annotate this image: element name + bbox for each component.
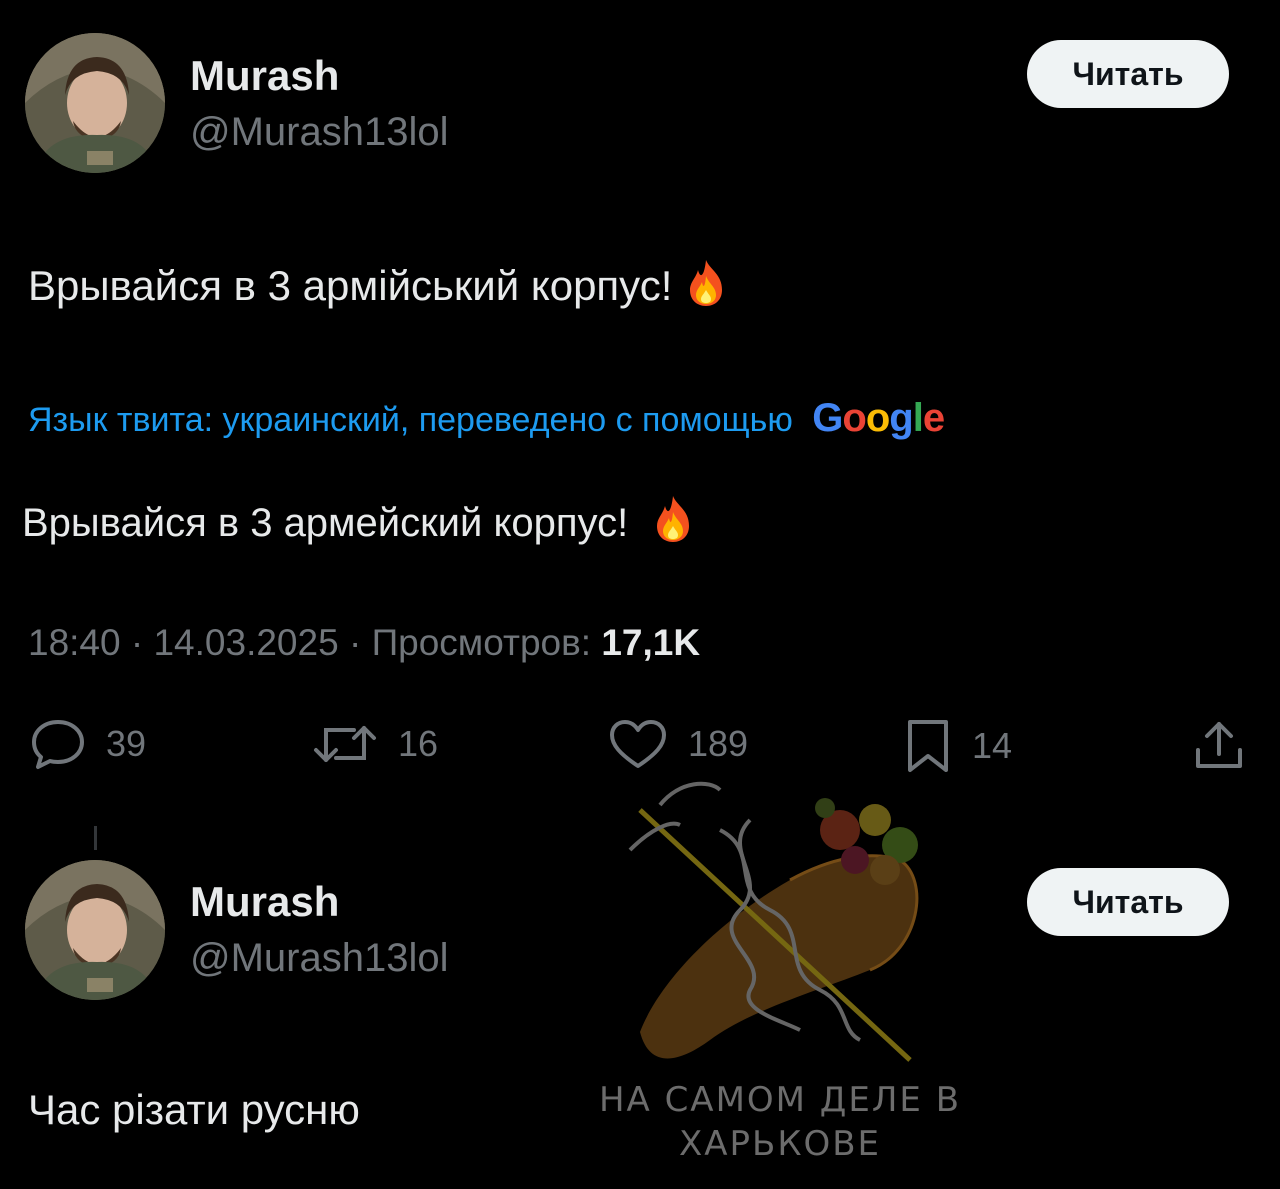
thread-connector — [94, 826, 97, 850]
watermark-line2: ХАРЬКОВЕ — [678, 1124, 882, 1164]
translation-note-text: Язык твита: украинский, переведено с пом… — [28, 401, 793, 439]
bookmark-button[interactable]: 14 — [904, 718, 1012, 774]
author-avatar[interactable] — [25, 33, 165, 173]
avatar-photo — [25, 860, 165, 1000]
follow-button[interactable]: Читать — [1027, 40, 1229, 108]
tweet-text: Врывайся в 3 армійський корпус! — [28, 258, 728, 310]
repost-button[interactable]: 16 — [312, 718, 438, 770]
views-label: Просмотров: — [371, 622, 592, 663]
watermark-line1: НА САМОМ ДЕЛЕ В — [598, 1080, 962, 1120]
follow-button[interactable]: Читать — [1027, 868, 1229, 936]
translated-text-content: Врывайся в 3 армейский корпус! — [22, 501, 629, 545]
author-handle[interactable]: @Murash13lol — [190, 110, 449, 155]
translated-text: Врывайся в 3 армейский корпус! — [22, 494, 695, 546]
google-logo: Google — [812, 396, 945, 440]
watermark-caption: НА САМОМ ДЕЛЕ В ХАРЬКОВЕ — [560, 1078, 1000, 1166]
bookmark-icon — [908, 720, 948, 772]
share-icon — [1196, 722, 1242, 768]
share-button[interactable] — [1192, 718, 1246, 772]
fire-emoji-icon — [651, 494, 695, 544]
repost-icon — [314, 726, 376, 762]
tweet-meta: 18:40 · 14.03.2025 · Просмотров: 17,1K — [28, 622, 701, 663]
watermark-logo — [600, 770, 960, 1080]
author-name[interactable]: Murash — [190, 878, 339, 926]
repost-count: 16 — [398, 723, 439, 764]
fire-emoji-icon — [684, 258, 728, 308]
translation-note[interactable]: Язык твита: украинский, переведено с пом… — [28, 396, 945, 441]
reply-count: 39 — [106, 723, 147, 764]
tweet-text-content: Врывайся в 3 армійський корпус! — [28, 262, 673, 309]
author-handle[interactable]: @Murash13lol — [190, 936, 449, 981]
author-name[interactable]: Murash — [190, 52, 339, 100]
author-avatar[interactable] — [25, 860, 165, 1000]
tweet-date[interactable]: 14.03.2025 — [153, 622, 338, 663]
reply-icon — [32, 720, 84, 769]
tweet-text: Час різати русню — [28, 1086, 360, 1133]
like-button[interactable]: 189 — [608, 718, 748, 770]
views-count: 17,1K — [601, 622, 701, 663]
tweet-time[interactable]: 18:40 — [28, 622, 121, 663]
reply-button[interactable]: 39 — [30, 718, 146, 770]
avatar-photo — [25, 33, 165, 173]
like-count: 189 — [688, 723, 749, 764]
heart-icon — [610, 720, 666, 768]
bookmark-count: 14 — [972, 725, 1013, 766]
